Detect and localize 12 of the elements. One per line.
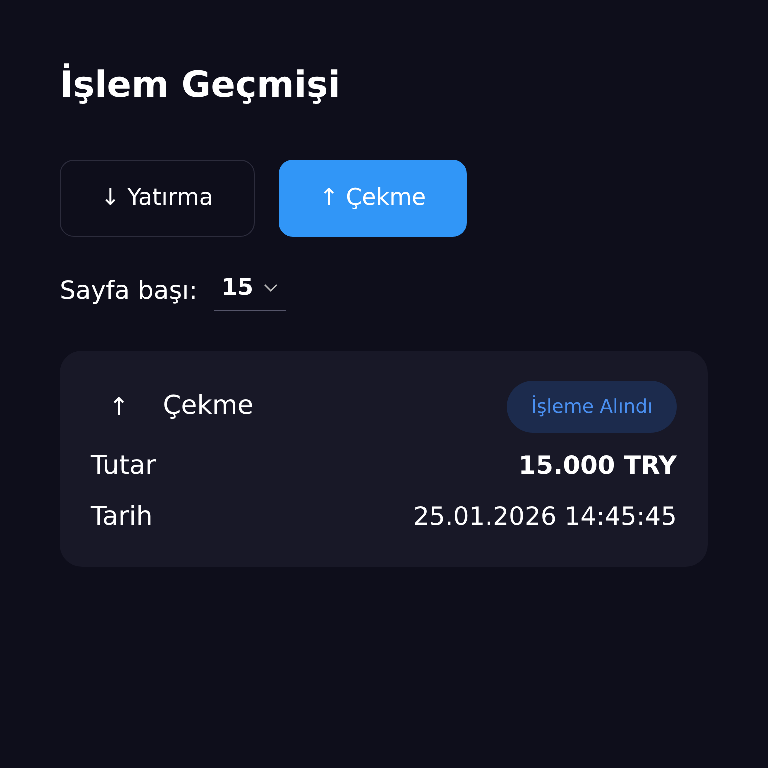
page-size-label: Sayfa başı: [60, 275, 198, 307]
field-label: Tarih [91, 501, 153, 534]
page-title: İşlem Geçmişi [60, 62, 342, 108]
field-value: 15.000 TRY [518, 450, 677, 482]
chevron-down-icon [264, 284, 278, 292]
tab[interactable]: ↓ Yatırma [60, 160, 255, 237]
status-badge: İşleme Alındı [507, 380, 677, 433]
field-value: 25.01.2026 14:45:45 [414, 501, 677, 533]
transaction-type: Çekme [163, 390, 254, 424]
transaction-arrow: ↑ [109, 392, 130, 423]
field-label: Tutar [91, 450, 156, 483]
page-size-select[interactable]: 15 [214, 271, 286, 310]
